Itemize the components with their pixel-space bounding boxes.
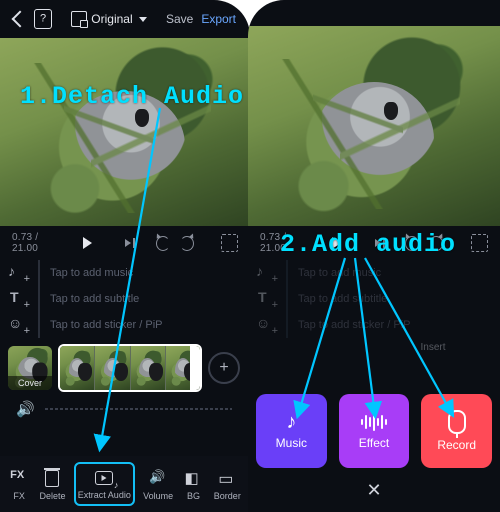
add-clip-button[interactable]: + [208,352,240,384]
text-icon: + [8,289,28,309]
tool-delete[interactable]: Delete [37,464,67,505]
add-music-row[interactable]: + Tap to add music [8,260,240,286]
add-sticker-row[interactable]: + Tap to add sticker / PiP [256,312,490,338]
phone-screen-left: Original Save Export 0.73 / 21.00 + Tap … [0,0,250,512]
cover-label: Cover [8,376,52,390]
chevron-left-icon [12,11,29,28]
play-button[interactable] [83,237,92,249]
cover-thumbnail[interactable]: Cover [8,346,52,390]
export-label: Export [201,12,236,26]
audio-add-sheet: ♪ Music Effect Record ✕ [256,394,492,504]
add-subtitle-hint: Tap to add subtitle [298,293,387,305]
music-button-label: Music [276,436,307,450]
aspect-ratio-button[interactable]: Original [71,11,146,27]
add-music-row[interactable]: + Tap to add music [256,260,490,286]
sticker-icon: + [8,315,28,335]
aspect-ratio-icon [71,11,87,27]
audio-waveform-row[interactable]: 🔊 [8,398,240,420]
record-button[interactable]: Record [421,394,492,468]
trash-icon [45,470,59,487]
effect-button-label: Effect [359,436,389,450]
microphone-icon [448,410,466,434]
tool-border[interactable]: Border [212,464,243,505]
playback-bar: 0.73 / 21.00 [248,226,500,260]
volume-icon [149,469,167,487]
music-note-icon: + [256,263,276,283]
close-icon: ✕ [366,480,381,501]
clip-strip: Cover + [8,344,240,392]
back-button[interactable] [14,13,26,25]
save-label: Save [166,12,193,26]
video-preview[interactable] [0,38,250,226]
redo-button[interactable] [429,236,443,251]
fullscreen-button[interactable] [471,234,488,252]
border-icon [218,469,236,487]
skip-button[interactable] [374,235,385,251]
clip-tools-bar: FX Delete Extract Audio Volume BG Border [0,456,250,512]
add-music-hint: Tap to add music [50,267,133,279]
add-subtitle-hint: Tap to add subtitle [50,293,139,305]
record-button-label: Record [437,438,476,452]
tool-fx[interactable]: FX [7,464,31,505]
fullscreen-button[interactable] [221,234,238,252]
video-preview[interactable] [248,26,500,226]
waveform-icon [361,412,387,432]
sticker-icon: + [256,315,276,335]
aspect-ratio-label: Original [91,12,132,26]
top-toolbar: Original Save Export [0,0,250,38]
background-icon [184,469,202,487]
help-button[interactable] [34,9,52,29]
top-toolbar-right [248,0,500,26]
selected-clip[interactable] [58,344,202,392]
play-button[interactable] [332,237,341,249]
music-note-icon: ♪ [286,412,296,432]
chevron-down-icon [139,17,147,22]
add-subtitle-row[interactable]: + Tap to add subtitle [256,286,490,312]
undo-button[interactable] [156,236,170,251]
timeline-tracks: + Tap to add music + Tap to add subtitle… [248,260,500,353]
close-sheet-button[interactable]: ✕ [256,476,492,504]
clip-trim-handle-right[interactable] [190,346,200,390]
skip-button[interactable] [125,235,136,251]
music-note-icon: + [8,263,28,283]
help-icon [34,9,52,29]
tool-bg[interactable]: BG [181,464,205,505]
speaker-icon: 🔊 [16,400,35,418]
timeline-tracks: + Tap to add music + Tap to add subtitle… [0,260,250,420]
redo-button[interactable] [180,236,194,251]
preview-image [0,38,250,226]
fx-icon [10,469,28,487]
add-sticker-row[interactable]: + Tap to add sticker / PiP [8,312,240,338]
tool-extract-audio[interactable]: Extract Audio [74,462,135,506]
add-music-button[interactable]: ♪ Music [256,394,327,468]
add-sticker-hint: Tap to add sticker / PiP [50,319,163,331]
extract-audio-icon [95,471,113,485]
time-display: 0.73 / 21.00 [260,232,312,254]
export-button[interactable]: Export [201,12,236,26]
time-display: 0.73 / 21.00 [12,232,63,254]
add-subtitle-row[interactable]: + Tap to add subtitle [8,286,240,312]
undo-button[interactable] [405,236,419,251]
preview-image [248,26,500,226]
phone-screen-right: 0.73 / 21.00 + Tap to add music + Tap to… [248,0,500,512]
save-button[interactable]: Save [166,12,193,26]
tool-volume[interactable]: Volume [141,464,175,505]
add-sticker-hint: Tap to add sticker / PiP [298,319,411,331]
playback-bar: 0.73 / 21.00 [0,226,250,260]
add-music-hint: Tap to add music [298,267,381,279]
text-icon: + [256,289,276,309]
insert-label: Insert [376,342,490,353]
add-effect-button[interactable]: Effect [339,394,410,468]
